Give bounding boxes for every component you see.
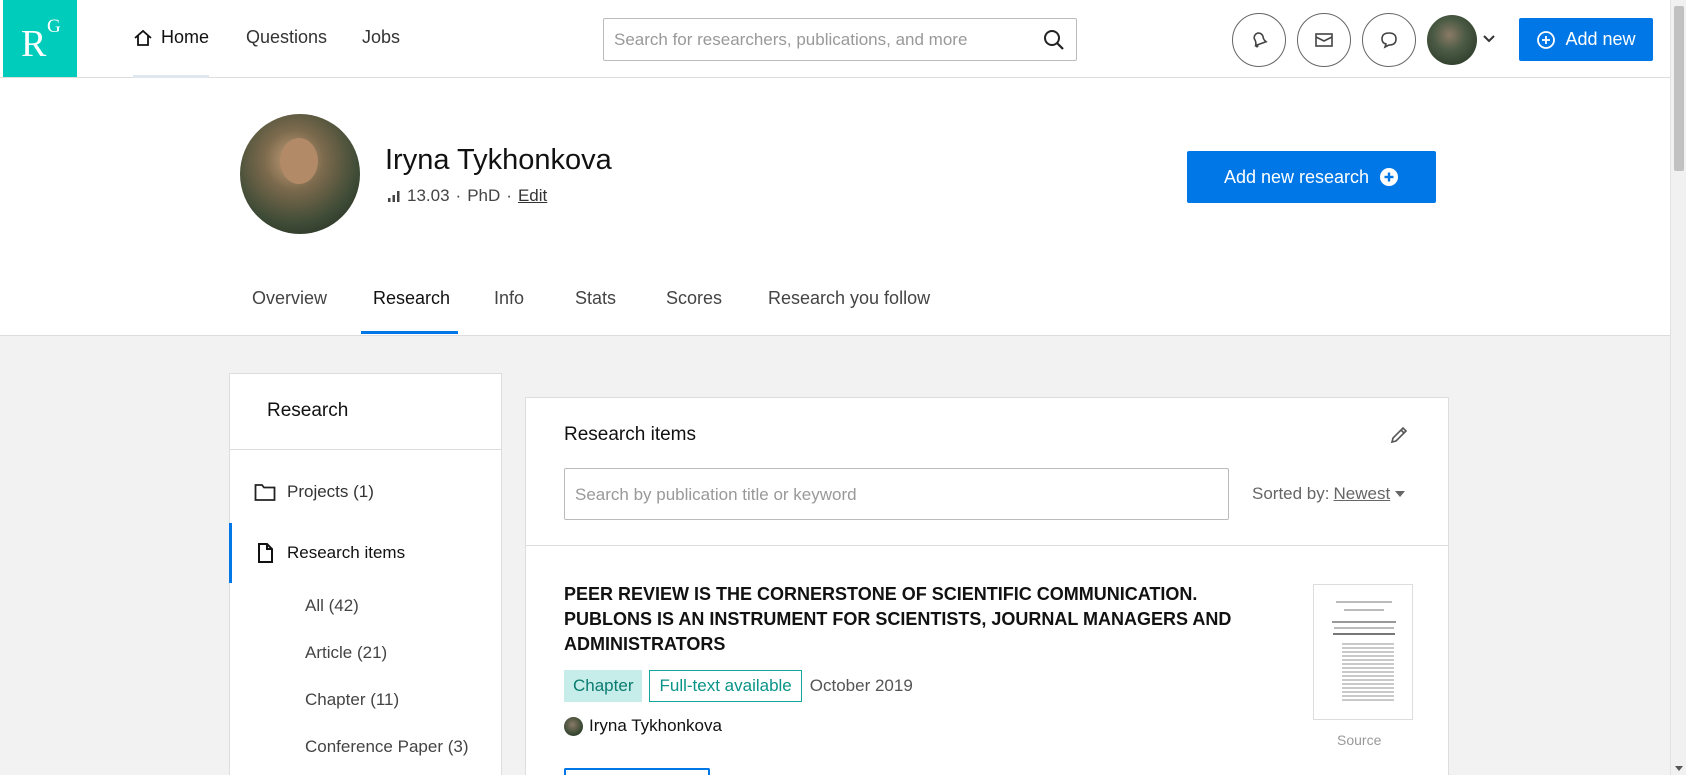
publication-date: October 2019 <box>809 676 913 695</box>
researchgate-logo[interactable]: R G <box>3 0 77 77</box>
chat-bubble-icon <box>1381 32 1397 49</box>
document-icon <box>258 543 273 563</box>
sort-value[interactable]: Newest <box>1334 484 1391 504</box>
nav-questions[interactable]: Questions <box>246 27 327 48</box>
research-sidebar: Research Projects (1) Research items All… <box>229 373 502 775</box>
add-new-research-button[interactable]: Add new research <box>1187 151 1436 203</box>
meta-separator: · <box>506 186 512 205</box>
sort-label: Sorted by: <box>1252 484 1330 503</box>
publication-search <box>564 468 1229 520</box>
plus-circle-icon <box>1537 30 1556 49</box>
chat-button[interactable] <box>1362 13 1416 67</box>
top-navigation-bar: R G Home Questions Jobs Add new <box>0 0 1670 78</box>
sidebar-item-label: Research items <box>287 543 406 562</box>
tab-info[interactable]: Info <box>494 288 524 309</box>
card-divider <box>526 545 1448 546</box>
pencil-icon[interactable] <box>1388 424 1410 446</box>
profile-degree: PhD <box>467 186 501 205</box>
logo-superscript: G <box>47 16 61 37</box>
profile-header: Iryna Tykhonkova 13.03 · PhD · Edit Add … <box>0 78 1670 336</box>
profile-score: 13.03 <box>407 186 450 205</box>
author-name: Iryna Tykhonkova <box>589 716 722 735</box>
logo-letter: R <box>21 23 47 65</box>
sidebar-subitem-article[interactable]: Article (21) <box>305 643 387 663</box>
tab-research[interactable]: Research <box>373 288 450 309</box>
add-new-research-label: Add new research <box>1223 166 1370 187</box>
page-scrollbar[interactable] <box>1670 0 1686 775</box>
add-new-button[interactable]: Add new <box>1519 18 1653 61</box>
sidebar-subitem-conference-paper[interactable]: Conference Paper (3) <box>305 737 468 757</box>
tab-overview[interactable]: Overview <box>252 288 327 309</box>
nav-home-label: Home <box>161 27 210 47</box>
sidebar-subitem-all[interactable]: All (42) <box>305 596 359 616</box>
profile-name: Iryna Tykhonkova <box>385 144 612 176</box>
publication-thumbnail[interactable] <box>1313 584 1413 720</box>
publication-action-button[interactable] <box>564 768 710 775</box>
nav-jobs[interactable]: Jobs <box>362 27 400 48</box>
full-text-badge: Full-text available <box>649 670 802 702</box>
sidebar-item-projects[interactable]: Projects (1) <box>254 482 374 502</box>
home-icon <box>134 29 152 46</box>
research-items-card: Research items Sorted by: Newest PEER RE… <box>525 397 1449 775</box>
sidebar-item-research-items[interactable]: Research items <box>254 542 405 564</box>
notifications-button[interactable] <box>1232 13 1286 67</box>
plus-circle-icon <box>1380 168 1399 186</box>
search-icon[interactable] <box>1042 28 1066 52</box>
profile-avatar[interactable] <box>240 114 360 234</box>
thumb-line <box>1334 627 1394 629</box>
sort-control[interactable]: Sorted by: Newest <box>1252 484 1406 504</box>
caret-down-icon <box>1395 491 1406 497</box>
global-search <box>603 18 1077 61</box>
research-items-title: Research items <box>564 424 696 445</box>
bell-icon <box>1253 32 1268 48</box>
thumb-line <box>1344 609 1384 611</box>
user-avatar[interactable] <box>1427 15 1477 65</box>
publication-search-input[interactable] <box>575 482 1215 508</box>
scroll-down-arrow[interactable] <box>1675 766 1683 771</box>
author-avatar <box>564 716 583 736</box>
chevron-down-icon[interactable] <box>1482 32 1496 46</box>
profile-meta: 13.03 · PhD · Edit <box>387 186 547 206</box>
add-new-label: Add new <box>1565 29 1636 49</box>
messages-button[interactable] <box>1297 13 1351 67</box>
meta-separator: · <box>455 186 462 205</box>
sidebar-item-label: Projects (1) <box>287 482 374 501</box>
nav-home[interactable]: Home <box>133 27 209 48</box>
sidebar-title: Research <box>267 400 349 421</box>
thumb-line <box>1336 601 1392 603</box>
folder-icon <box>254 484 276 501</box>
score-bars-icon <box>388 191 400 202</box>
mail-icon <box>1315 33 1333 47</box>
edit-profile-link[interactable]: Edit <box>518 186 547 206</box>
sidebar-divider <box>230 449 501 450</box>
publication-title[interactable]: PEER REVIEW IS THE CORNERSTONE OF SCIENT… <box>564 582 1274 657</box>
thumb-text-block <box>1342 643 1394 703</box>
avatar-face <box>280 138 318 184</box>
scrollbar-thumb[interactable] <box>1674 6 1684 171</box>
thumb-line <box>1333 633 1395 635</box>
publication-type-badge: Chapter <box>564 670 643 702</box>
tab-scores[interactable]: Scores <box>666 288 722 309</box>
tab-research-you-follow[interactable]: Research you follow <box>768 288 930 309</box>
tab-stats[interactable]: Stats <box>575 288 616 309</box>
sidebar-active-indicator <box>229 523 232 583</box>
global-search-input[interactable] <box>614 27 1034 53</box>
thumb-line <box>1332 621 1396 623</box>
active-tab-indicator <box>361 331 458 334</box>
publication-tags: Chapter Full-text available October 2019 <box>564 670 913 702</box>
publication-author[interactable]: Iryna Tykhonkova <box>564 716 722 736</box>
thumbnail-caption: Source <box>1337 732 1382 748</box>
sidebar-subitem-chapter[interactable]: Chapter (11) <box>305 690 399 710</box>
